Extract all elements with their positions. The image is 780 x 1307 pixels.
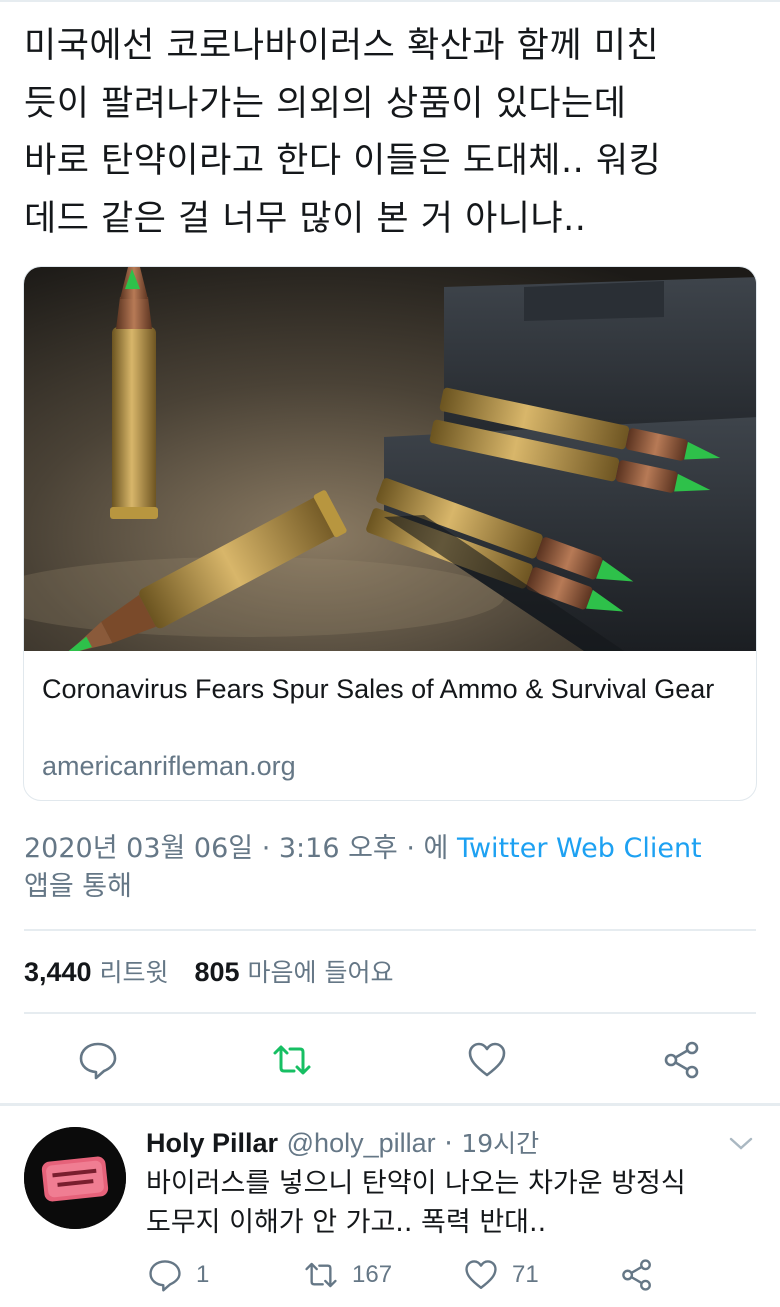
divider bbox=[24, 929, 756, 931]
reply-author-handle[interactable]: @holy_pillar bbox=[287, 1128, 436, 1158]
retweets-label: 리트윗 bbox=[99, 958, 169, 987]
share-icon bbox=[622, 1259, 651, 1291]
reply-count: 1 bbox=[196, 1261, 210, 1288]
likes-stat[interactable]: 805 마음에 들어요 bbox=[194, 957, 394, 987]
meta-separator: · bbox=[253, 833, 279, 864]
meta-suffix: 앱을 통해 bbox=[24, 871, 132, 902]
retweet-icon[interactable] bbox=[272, 1040, 312, 1080]
comment-icon[interactable] bbox=[78, 1040, 118, 1080]
tweet-time: 3:16 오후 bbox=[278, 833, 398, 864]
reply-header: Holy Pillar @holy_pillar · 19시간 bbox=[146, 1124, 539, 1160]
retweet-count: 167 bbox=[352, 1261, 393, 1288]
reply-like-button[interactable]: 71 bbox=[464, 1255, 539, 1295]
tweet-actions bbox=[0, 1032, 780, 1088]
comment-icon bbox=[149, 1260, 181, 1292]
link-card[interactable]: Coronavirus Fears Spur Sales of Ammo & S… bbox=[23, 266, 757, 801]
tweet-text: 미국에선 코로나바이러스 확산과 함께 미친 듯이 팔려나가는 의외의 상품이 … bbox=[24, 26, 662, 239]
top-divider bbox=[0, 0, 780, 2]
card-title: Coronavirus Fears Spur Sales of Ammo & S… bbox=[42, 674, 715, 704]
tweet-meta: 2020년 03월 06일 · 3:16 오후 · 에 Twitter Web … bbox=[24, 830, 764, 906]
heart-icon[interactable] bbox=[467, 1040, 507, 1080]
divider bbox=[24, 1012, 756, 1014]
retweets-count: 3,440 bbox=[24, 957, 92, 987]
chevron-down-icon[interactable] bbox=[728, 1135, 754, 1153]
reply-time: 19시간 bbox=[461, 1129, 540, 1158]
meta-separator: · 에 bbox=[397, 833, 457, 864]
tweet-stats: 3,440 리트윗 805 마음에 들어요 bbox=[24, 953, 393, 989]
section-divider bbox=[0, 1103, 780, 1106]
reply-comment-button[interactable]: 1 bbox=[148, 1255, 209, 1295]
share-icon[interactable] bbox=[662, 1040, 702, 1080]
retweet-icon bbox=[305, 1262, 337, 1288]
reply-share-button[interactable] bbox=[620, 1255, 654, 1295]
reply-author-name[interactable]: Holy Pillar bbox=[146, 1128, 278, 1158]
likes-label: 마음에 들어요 bbox=[247, 958, 394, 987]
reply-text: 바이러스를 넣으니 탄약이 나오는 차가운 방정식 도무지 이해가 안 가고..… bbox=[146, 1168, 686, 1238]
likes-count: 805 bbox=[194, 957, 240, 987]
tweet-date: 2020년 03월 06일 bbox=[24, 833, 254, 864]
reply-tweet[interactable]: Holy Pillar @holy_pillar · 19시간 바이러스를 넣으… bbox=[0, 1107, 780, 1307]
retweets-stat[interactable]: 3,440 리트윗 bbox=[24, 957, 169, 987]
heart-icon bbox=[465, 1260, 497, 1289]
reply-actions: 1 167 71 bbox=[0, 1255, 780, 1295]
reply-separator: · bbox=[435, 1128, 462, 1159]
client-link[interactable]: Twitter Web Client bbox=[457, 833, 702, 864]
like-count: 71 bbox=[512, 1261, 539, 1288]
avatar[interactable] bbox=[24, 1127, 126, 1229]
card-domain: americanrifleman.org bbox=[42, 751, 296, 781]
card-image bbox=[24, 267, 756, 651]
reply-retweet-button[interactable]: 167 bbox=[304, 1255, 392, 1295]
